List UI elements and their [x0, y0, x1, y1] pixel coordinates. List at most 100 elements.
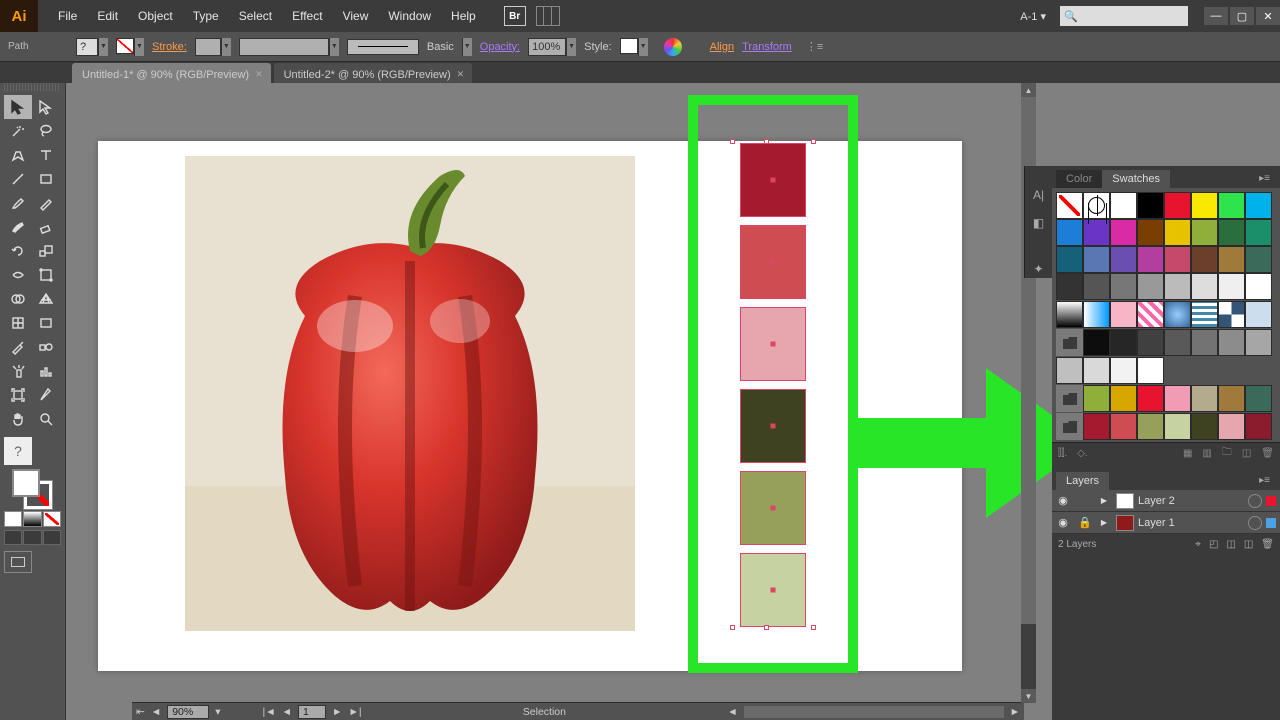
- layer-name[interactable]: Layer 1: [1138, 517, 1175, 529]
- brush-definition-dropdown[interactable]: ▼: [329, 38, 339, 56]
- none-mode-button[interactable]: [43, 511, 61, 527]
- isolate-button[interactable]: ⋮≡: [806, 40, 823, 53]
- layer-row[interactable]: ◉ 🔒 ▶ Layer 1: [1052, 512, 1280, 534]
- layer-name[interactable]: Layer 2: [1138, 495, 1175, 507]
- menu-view[interactable]: View: [333, 1, 379, 31]
- swatch[interactable]: [1137, 329, 1164, 356]
- fill-swatch[interactable]: ?: [76, 38, 98, 56]
- zoom-tool[interactable]: [32, 407, 60, 431]
- artboard-next-button[interactable]: ►: [332, 706, 342, 718]
- blob-brush-tool[interactable]: [4, 215, 32, 239]
- fill-stroke-control[interactable]: [12, 469, 52, 509]
- new-folder-button[interactable]: 🗀: [1222, 445, 1232, 462]
- swatch[interactable]: [1056, 246, 1083, 273]
- doc-tab-1[interactable]: Untitled-1* @ 90% (RGB/Preview)✕: [72, 63, 271, 83]
- swatch[interactable]: [1218, 413, 1245, 440]
- gradient-tool[interactable]: [32, 311, 60, 335]
- hscroll-left[interactable]: ◄: [727, 706, 737, 718]
- artboard-first-button[interactable]: |◄: [263, 706, 276, 718]
- artboard-tool[interactable]: [4, 383, 32, 407]
- magic-wand-tool[interactable]: [4, 119, 32, 143]
- swatch[interactable]: [1191, 385, 1218, 412]
- align-link[interactable]: Align: [710, 41, 734, 53]
- swatch[interactable]: [1110, 273, 1137, 300]
- close-tab-icon[interactable]: ✕: [457, 69, 465, 80]
- hand-tool[interactable]: [4, 407, 32, 431]
- swatches-panel-menu[interactable]: ▸≡: [1253, 169, 1276, 188]
- swatch[interactable]: [1137, 301, 1164, 328]
- visibility-toggle[interactable]: ◉: [1052, 494, 1074, 507]
- swatch[interactable]: [1083, 357, 1110, 384]
- swatch[interactable]: [1245, 329, 1272, 356]
- swatch[interactable]: [1056, 273, 1083, 300]
- swatch[interactable]: [1218, 219, 1245, 246]
- tool-help-button[interactable]: ?: [4, 437, 32, 465]
- swatch[interactable]: [1164, 219, 1191, 246]
- swatch[interactable]: [1110, 219, 1137, 246]
- scale-tool[interactable]: [32, 239, 60, 263]
- swatch[interactable]: [1110, 246, 1137, 273]
- layers-panel-tab[interactable]: Layers: [1056, 472, 1109, 490]
- swatch[interactable]: [1218, 246, 1245, 273]
- draw-behind-button[interactable]: [23, 530, 41, 545]
- paintbrush-tool[interactable]: [4, 191, 32, 215]
- swatch[interactable]: [1191, 413, 1218, 440]
- swatch[interactable]: [1164, 246, 1191, 273]
- prev-artboard-button[interactable]: ◄: [151, 706, 161, 718]
- swatch[interactable]: [1191, 192, 1218, 219]
- swatch[interactable]: [1218, 192, 1245, 219]
- scroll-down-button[interactable]: ▼: [1021, 689, 1036, 703]
- swatch[interactable]: [1191, 246, 1218, 273]
- swatch[interactable]: [1245, 246, 1272, 273]
- menu-file[interactable]: File: [48, 1, 87, 31]
- swatch[interactable]: [1245, 385, 1272, 412]
- swatch[interactable]: [1137, 192, 1164, 219]
- menu-effect[interactable]: Effect: [282, 1, 332, 31]
- type-tool[interactable]: [32, 143, 60, 167]
- stroke-swatch[interactable]: [116, 38, 134, 54]
- swatch-group-folder-icon[interactable]: [1056, 413, 1083, 440]
- stroke-link[interactable]: Stroke:: [152, 41, 187, 53]
- swatch[interactable]: [1218, 329, 1245, 356]
- swatch[interactable]: [1056, 357, 1083, 384]
- swatch[interactable]: [1218, 273, 1245, 300]
- free-transform-tool[interactable]: [32, 263, 60, 287]
- opacity-dropdown[interactable]: ▼: [566, 38, 576, 56]
- menu-help[interactable]: Help: [441, 1, 486, 31]
- stroke-weight-input[interactable]: [195, 38, 221, 56]
- swatch[interactable]: [1110, 413, 1137, 440]
- swatch-group-folder-icon[interactable]: [1056, 385, 1083, 412]
- swatch[interactable]: [1191, 301, 1218, 328]
- artboard-index[interactable]: 1: [298, 705, 326, 719]
- swatch[interactable]: [1110, 329, 1137, 356]
- swatch[interactable]: [1218, 301, 1245, 328]
- menu-select[interactable]: Select: [229, 1, 282, 31]
- menu-type[interactable]: Type: [183, 1, 229, 31]
- eyedropper-tool[interactable]: [4, 335, 32, 359]
- swatch[interactable]: [1164, 273, 1191, 300]
- swatch[interactable]: [1137, 357, 1164, 384]
- swatch[interactable]: [1110, 385, 1137, 412]
- swatch[interactable]: [1137, 219, 1164, 246]
- swatch[interactable]: [1245, 301, 1272, 328]
- style-swatch[interactable]: [620, 38, 638, 54]
- window-minimize-button[interactable]: —: [1204, 7, 1228, 25]
- rectangle-tool[interactable]: [32, 167, 60, 191]
- new-sublayer-button[interactable]: ◫: [1226, 539, 1235, 550]
- swatch[interactable]: [1083, 246, 1110, 273]
- swatch[interactable]: [1137, 413, 1164, 440]
- screen-mode-button[interactable]: [4, 551, 32, 573]
- fill-dropdown[interactable]: ▼: [98, 38, 108, 56]
- swatch[interactable]: [1137, 246, 1164, 273]
- direct-selection-tool[interactable]: [32, 95, 60, 119]
- target-icon[interactable]: [1248, 516, 1262, 530]
- swatch[interactable]: [1083, 413, 1110, 440]
- transform-link[interactable]: Transform: [742, 41, 792, 53]
- artboard-last-button[interactable]: ►|: [348, 706, 361, 718]
- workspace-switcher[interactable]: A-1 ▾: [1014, 10, 1052, 23]
- profile-dropdown[interactable]: ▼: [462, 38, 472, 56]
- swatch[interactable]: [1245, 219, 1272, 246]
- swatch[interactable]: [1164, 413, 1191, 440]
- expand-layer-icon[interactable]: ▶: [1096, 518, 1112, 527]
- window-close-button[interactable]: ✕: [1256, 7, 1280, 25]
